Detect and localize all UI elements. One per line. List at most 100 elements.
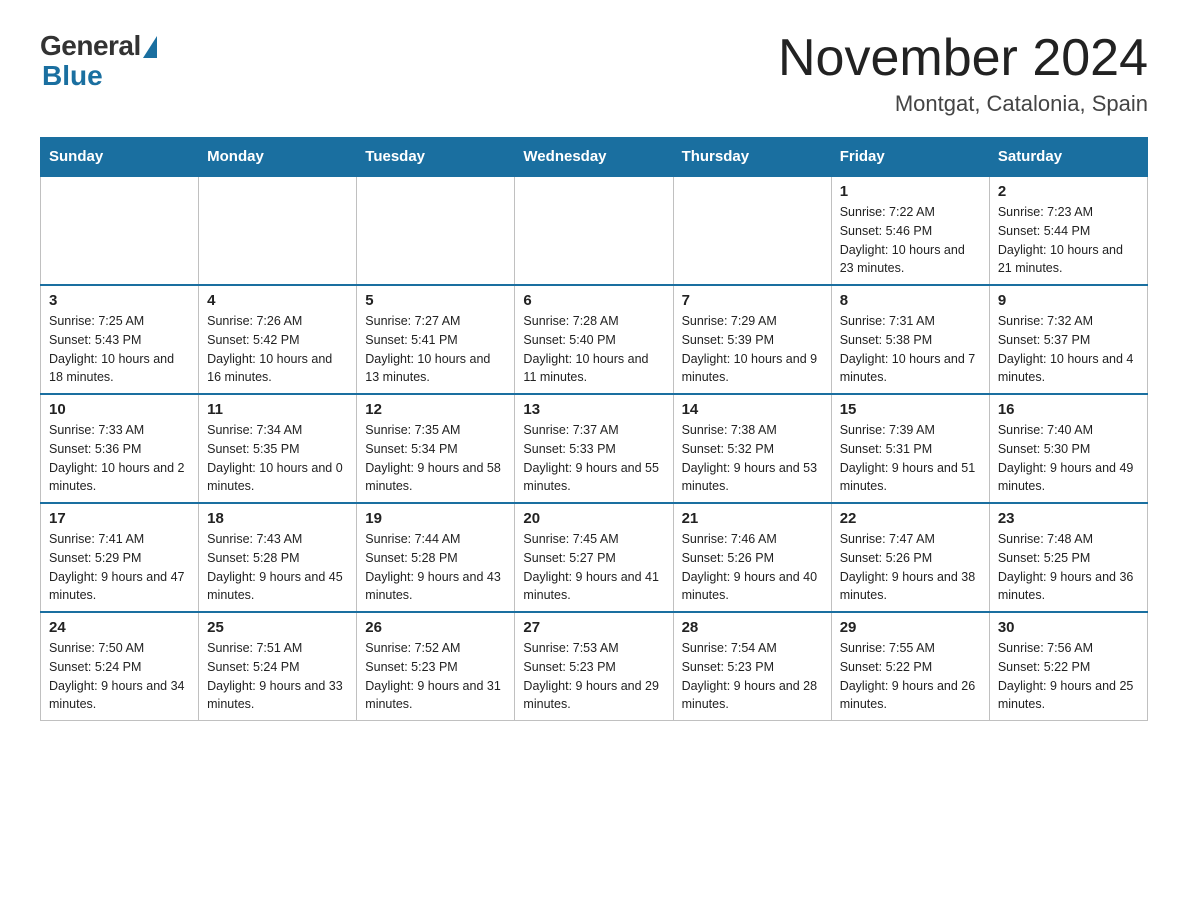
calendar-day-cell: [515, 176, 673, 285]
day-number: 6: [523, 292, 664, 309]
day-number: 23: [998, 510, 1139, 527]
logo: General Blue: [40, 30, 157, 92]
calendar-day-cell: 12 Sunrise: 7:35 AMSunset: 5:34 PMDayligh…: [357, 394, 515, 503]
calendar-day-cell: 9 Sunrise: 7:32 AMSunset: 5:37 PMDaylight…: [989, 285, 1147, 394]
calendar-day-cell: 4 Sunrise: 7:26 AMSunset: 5:42 PMDaylight…: [199, 285, 357, 394]
calendar-day-cell: 18 Sunrise: 7:43 AMSunset: 5:28 PMDayligh…: [199, 503, 357, 612]
calendar-day-cell: 17 Sunrise: 7:41 AMSunset: 5:29 PMDayligh…: [41, 503, 199, 612]
day-info: Sunrise: 7:53 AMSunset: 5:23 PMDaylight:…: [523, 639, 664, 714]
day-info: Sunrise: 7:32 AMSunset: 5:37 PMDaylight:…: [998, 312, 1139, 387]
calendar-day-cell: 29 Sunrise: 7:55 AMSunset: 5:22 PMDayligh…: [831, 612, 989, 721]
calendar-day-cell: 14 Sunrise: 7:38 AMSunset: 5:32 PMDayligh…: [673, 394, 831, 503]
calendar-day-cell: 8 Sunrise: 7:31 AMSunset: 5:38 PMDaylight…: [831, 285, 989, 394]
day-info: Sunrise: 7:26 AMSunset: 5:42 PMDaylight:…: [207, 312, 348, 387]
day-number: 7: [682, 292, 823, 309]
calendar-week-row: 24Sunrise: 7:50 AMSunset: 5:24 PMDayligh…: [41, 612, 1148, 721]
day-info: Sunrise: 7:46 AMSunset: 5:26 PMDaylight:…: [682, 530, 823, 605]
calendar-day-cell: [673, 176, 831, 285]
calendar-day-cell: [199, 176, 357, 285]
day-of-week-header: Monday: [199, 138, 357, 177]
day-of-week-header: Saturday: [989, 138, 1147, 177]
day-info: Sunrise: 7:31 AMSunset: 5:38 PMDaylight:…: [840, 312, 981, 387]
day-number: 30: [998, 619, 1139, 636]
day-number: 10: [49, 401, 190, 418]
calendar-day-cell: [357, 176, 515, 285]
day-number: 27: [523, 619, 664, 636]
day-number: 17: [49, 510, 190, 527]
day-info: Sunrise: 7:51 AMSunset: 5:24 PMDaylight:…: [207, 639, 348, 714]
day-info: Sunrise: 7:37 AMSunset: 5:33 PMDaylight:…: [523, 421, 664, 496]
day-of-week-header: Wednesday: [515, 138, 673, 177]
day-info: Sunrise: 7:55 AMSunset: 5:22 PMDaylight:…: [840, 639, 981, 714]
day-info: Sunrise: 7:40 AMSunset: 5:30 PMDaylight:…: [998, 421, 1139, 496]
day-info: Sunrise: 7:39 AMSunset: 5:31 PMDaylight:…: [840, 421, 981, 496]
calendar-table: SundayMondayTuesdayWednesdayThursdayFrid…: [40, 137, 1148, 721]
calendar-day-cell: 10 Sunrise: 7:33 AMSunset: 5:36 PMDayligh…: [41, 394, 199, 503]
day-info: Sunrise: 7:22 AMSunset: 5:46 PMDaylight:…: [840, 203, 981, 278]
logo-general-text: General: [40, 30, 141, 62]
day-info: Sunrise: 7:44 AMSunset: 5:28 PMDaylight:…: [365, 530, 506, 605]
day-number: 13: [523, 401, 664, 418]
calendar-day-cell: 25Sunrise: 7:51 AMSunset: 5:24 PMDayligh…: [199, 612, 357, 721]
day-number: 24: [49, 619, 190, 636]
day-number: 11: [207, 401, 348, 418]
day-info: Sunrise: 7:34 AMSunset: 5:35 PMDaylight:…: [207, 421, 348, 496]
day-number: 15: [840, 401, 981, 418]
day-info: Sunrise: 7:25 AMSunset: 5:43 PMDaylight:…: [49, 312, 190, 387]
day-info: Sunrise: 7:38 AMSunset: 5:32 PMDaylight:…: [682, 421, 823, 496]
day-info: Sunrise: 7:48 AMSunset: 5:25 PMDaylight:…: [998, 530, 1139, 605]
calendar-week-row: 3Sunrise: 7:25 AMSunset: 5:43 PMDaylight…: [41, 285, 1148, 394]
calendar-day-cell: [41, 176, 199, 285]
day-number: 4: [207, 292, 348, 309]
day-info: Sunrise: 7:45 AMSunset: 5:27 PMDaylight:…: [523, 530, 664, 605]
day-info: Sunrise: 7:43 AMSunset: 5:28 PMDaylight:…: [207, 530, 348, 605]
calendar-week-row: 10 Sunrise: 7:33 AMSunset: 5:36 PMDayligh…: [41, 394, 1148, 503]
day-number: 22: [840, 510, 981, 527]
day-number: 5: [365, 292, 506, 309]
calendar-day-cell: 16Sunrise: 7:40 AMSunset: 5:30 PMDayligh…: [989, 394, 1147, 503]
logo-triangle-icon: [143, 36, 157, 58]
day-number: 8: [840, 292, 981, 309]
logo-blue-text: Blue: [40, 60, 103, 92]
calendar-day-cell: 11 Sunrise: 7:34 AMSunset: 5:35 PMDayligh…: [199, 394, 357, 503]
calendar-day-cell: 30 Sunrise: 7:56 AMSunset: 5:22 PMDayligh…: [989, 612, 1147, 721]
calendar-day-cell: 15 Sunrise: 7:39 AMSunset: 5:31 PMDayligh…: [831, 394, 989, 503]
day-info: Sunrise: 7:23 AMSunset: 5:44 PMDaylight:…: [998, 203, 1139, 278]
day-number: 2: [998, 183, 1139, 200]
calendar-day-cell: 27 Sunrise: 7:53 AMSunset: 5:23 PMDayligh…: [515, 612, 673, 721]
calendar-day-cell: 23 Sunrise: 7:48 AMSunset: 5:25 PMDayligh…: [989, 503, 1147, 612]
calendar-day-cell: 7Sunrise: 7:29 AMSunset: 5:39 PMDaylight…: [673, 285, 831, 394]
day-of-week-header: Thursday: [673, 138, 831, 177]
day-info: Sunrise: 7:56 AMSunset: 5:22 PMDaylight:…: [998, 639, 1139, 714]
calendar-day-cell: 2 Sunrise: 7:23 AMSunset: 5:44 PMDaylight…: [989, 176, 1147, 285]
day-number: 19: [365, 510, 506, 527]
calendar-day-cell: 21Sunrise: 7:46 AMSunset: 5:26 PMDayligh…: [673, 503, 831, 612]
day-number: 29: [840, 619, 981, 636]
calendar-day-cell: 3Sunrise: 7:25 AMSunset: 5:43 PMDaylight…: [41, 285, 199, 394]
day-info: Sunrise: 7:33 AMSunset: 5:36 PMDaylight:…: [49, 421, 190, 496]
day-number: 18: [207, 510, 348, 527]
calendar-day-cell: 28 Sunrise: 7:54 AMSunset: 5:23 PMDayligh…: [673, 612, 831, 721]
day-number: 20: [523, 510, 664, 527]
day-number: 28: [682, 619, 823, 636]
calendar-day-cell: 6 Sunrise: 7:28 AMSunset: 5:40 PMDaylight…: [515, 285, 673, 394]
day-info: Sunrise: 7:41 AMSunset: 5:29 PMDaylight:…: [49, 530, 190, 605]
calendar-day-cell: 19 Sunrise: 7:44 AMSunset: 5:28 PMDayligh…: [357, 503, 515, 612]
day-info: Sunrise: 7:28 AMSunset: 5:40 PMDaylight:…: [523, 312, 664, 387]
day-info: Sunrise: 7:54 AMSunset: 5:23 PMDaylight:…: [682, 639, 823, 714]
subtitle: Montgat, Catalonia, Spain: [778, 91, 1148, 117]
day-of-week-header: Sunday: [41, 138, 199, 177]
day-number: 1: [840, 183, 981, 200]
calendar-day-cell: 5 Sunrise: 7:27 AMSunset: 5:41 PMDaylight…: [357, 285, 515, 394]
day-number: 14: [682, 401, 823, 418]
calendar-week-row: 1 Sunrise: 7:22 AMSunset: 5:46 PMDaylight…: [41, 176, 1148, 285]
day-number: 12: [365, 401, 506, 418]
day-info: Sunrise: 7:27 AMSunset: 5:41 PMDaylight:…: [365, 312, 506, 387]
day-number: 9: [998, 292, 1139, 309]
calendar-day-cell: 1 Sunrise: 7:22 AMSunset: 5:46 PMDaylight…: [831, 176, 989, 285]
day-info: Sunrise: 7:47 AMSunset: 5:26 PMDaylight:…: [840, 530, 981, 605]
day-info: Sunrise: 7:35 AMSunset: 5:34 PMDaylight:…: [365, 421, 506, 496]
title-block: November 2024 Montgat, Catalonia, Spain: [778, 30, 1148, 117]
calendar-day-cell: 20 Sunrise: 7:45 AMSunset: 5:27 PMDayligh…: [515, 503, 673, 612]
calendar-header-row: SundayMondayTuesdayWednesdayThursdayFrid…: [41, 138, 1148, 177]
